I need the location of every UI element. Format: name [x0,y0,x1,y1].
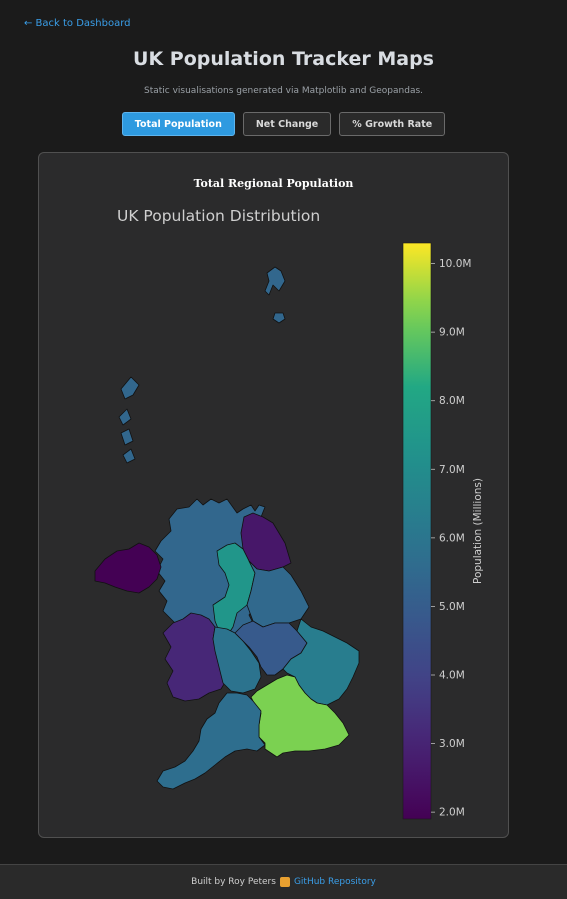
colorbar-tick-label: 2.0M [439,807,465,819]
tab-growth-rate[interactable]: % Growth Rate [339,112,446,136]
colorbar [402,242,432,820]
footer: Built by Roy Peters GitHub Repository [0,864,567,899]
colorbar-tick-label: 9.0M [439,327,465,339]
page-subtitle: Static visualisations generated via Matp… [143,86,424,96]
region-yorkshire-and-the-humber [246,560,310,628]
tab-net-change[interactable]: Net Change [242,112,332,136]
colorbar-tick-label: 3.0M [439,738,465,750]
colorbar-tick-label: 10.0M [439,258,471,270]
page-title: UK Population Tracker Maps [133,48,434,70]
colorbar-tick-label: 8.0M [439,395,465,407]
back-to-dashboard-link[interactable]: ← Back to Dashboard [24,18,130,29]
colorbar-tick-label: 5.0M [439,601,465,613]
colorbar-label: Population (Millions) [472,478,484,584]
footer-credit: Built by Roy Peters [191,877,276,887]
colorbar-tick-label: 7.0M [439,464,465,476]
colorbar-tick-label: 4.0M [439,670,465,682]
emoji-icon [279,877,290,887]
github-repository-link[interactable]: GitHub Repository [294,877,376,887]
map-card: Total Regional Population UK Population … [38,152,509,838]
region-south-west [156,692,266,790]
uk-population-map: 2.0M 3.0M 4.0M 5.0M 6.0M 7.0M 8.0M 9.0M 10.0M Pop… [94,242,484,820]
tab-total-population[interactable]: Total Population [121,112,235,136]
colorbar-tick-label: 6.0M [439,532,465,544]
region-northern-ireland [94,542,162,594]
map-tabs: Total Population Net Change % Growth Rat… [0,112,567,136]
map-regions [94,266,360,790]
